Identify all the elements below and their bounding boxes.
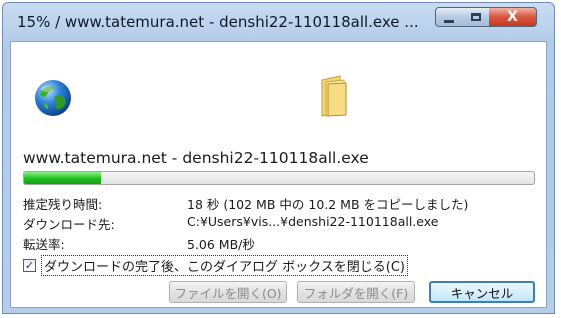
- download-filename: www.tatemura.net - denshi22-110118all.ex…: [23, 149, 369, 167]
- close-icon: X: [507, 9, 518, 25]
- time-remaining-label: 推定残り時間:: [23, 197, 103, 212]
- window-title: 15% / www.tatemura.net - denshi22-110118…: [17, 13, 419, 31]
- progress-fill: [24, 172, 101, 184]
- open-file-button[interactable]: ファイルを開く(O): [169, 281, 287, 303]
- transfer-rate-label: 転送率:: [23, 237, 65, 252]
- dialog-body: www.tatemura.net - denshi22-110118all.ex…: [10, 41, 547, 308]
- download-dialog: 15% / www.tatemura.net - denshi22-110118…: [2, 2, 555, 314]
- maximize-icon: [470, 13, 481, 21]
- close-on-complete-checkbox[interactable]: ✓: [23, 259, 36, 272]
- folder-icon: [321, 75, 347, 117]
- download-to-label: ダウンロード先:: [23, 217, 115, 232]
- close-on-complete-option[interactable]: ✓ ダウンロードの完了後、このダイアログ ボックスを閉じる(C): [23, 255, 408, 276]
- transfer-rate-value: 5.06 MB/秒: [187, 237, 255, 252]
- maximize-button[interactable]: [462, 7, 490, 27]
- minimize-icon: [444, 19, 454, 23]
- time-remaining-value: 18 秒 (102 MB 中の 10.2 MB をコピーしました): [187, 197, 469, 212]
- title-bar[interactable]: 15% / www.tatemura.net - denshi22-110118…: [3, 3, 554, 41]
- open-folder-button[interactable]: フォルダを開く(F): [297, 281, 415, 303]
- close-on-complete-label[interactable]: ダウンロードの完了後、このダイアログ ボックスを閉じる(C): [41, 255, 408, 276]
- download-progress-bar: [23, 171, 535, 185]
- checkmark-icon: ✓: [24, 259, 35, 272]
- minimize-button[interactable]: [435, 7, 463, 27]
- close-button[interactable]: X: [489, 7, 537, 27]
- globe-icon: [35, 80, 71, 116]
- download-to-value: C:¥Users¥vis...¥denshi22-110118all.exe: [187, 214, 439, 229]
- cancel-button[interactable]: キャンセル: [429, 281, 535, 303]
